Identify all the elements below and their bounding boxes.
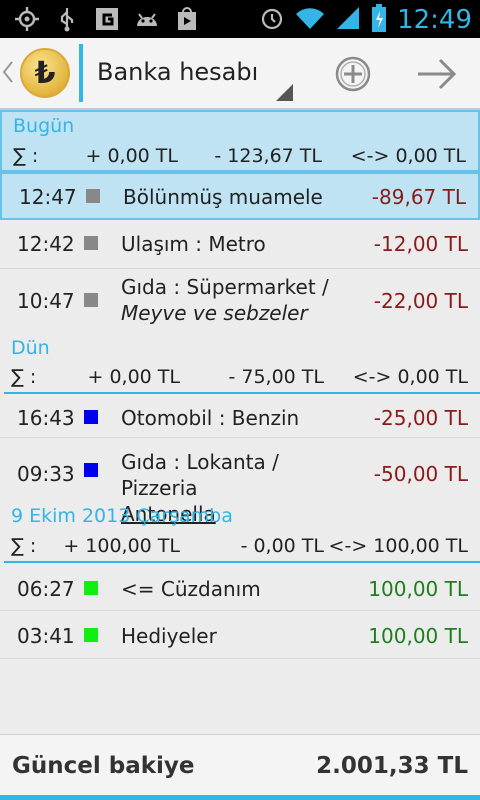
transaction-amount: -25,00 TL [373,406,468,430]
transaction-name: Ulaşım : Metro [121,232,266,256]
currency-logo-icon[interactable]: ₺ [20,48,70,98]
account-spinner[interactable]: Banka hesabı [97,58,258,86]
transaction-time: 16:43 [17,406,75,430]
transaction-amount: 100,00 TL [368,577,468,601]
back-chevron-icon[interactable] [2,60,14,90]
clock: 12:49 [397,5,472,35]
transaction-time: 10:47 [17,289,75,313]
category-color-swatch [84,463,98,477]
current-balance-label: Güncel bakiye [12,753,195,779]
transaction-amount: 100,00 TL [368,624,468,648]
accent-divider [79,44,83,102]
transaction-amount: -50,00 TL [373,462,468,486]
group-balance: <-> 100,00 TL [328,535,468,557]
transaction-name: Otomobil : Benzin [121,406,300,430]
group-expense: - 0,00 TL [240,535,324,557]
group-header-date[interactable]: 9 Ekim 2013 Çarşamba ∑ : + 100,00 TL - 0… [0,502,480,563]
transaction-amount: -22,00 TL [373,289,468,313]
next-arrow-button[interactable] [414,56,460,92]
group-title: 9 Ekim 2013 Çarşamba [11,505,233,527]
transaction-row[interactable]: 16:43 Otomobil : Benzin -25,00 TL [0,394,480,438]
transaction-row[interactable]: 10:47 Gıda : Süpermarket / Meyve ve sebz… [0,269,480,332]
status-bar: 12:49 [0,0,480,38]
category-color-swatch [84,410,98,424]
footer-accent-line [0,795,480,800]
transaction-name: Gıda : Süpermarket / Meyve ve sebzeler [121,274,361,326]
usb-icon [54,6,80,32]
category-color-swatch [84,581,98,595]
group-header-yesterday[interactable]: Dün ∑ : + 0,00 TL - 75,00 TL <-> 0,00 TL [0,332,480,394]
group-balance: <-> 0,00 TL [350,145,466,167]
group-sum-label: ∑ : [11,535,37,557]
category-color-swatch [84,293,98,307]
gps-icon [14,6,40,32]
group-income: + 0,00 TL [87,366,181,388]
group-title: Bugün [13,115,75,137]
transaction-category: Gıda : Lokanta / Pizzeria [121,450,279,500]
transaction-name: <= Cüzdanım [121,577,261,601]
android-icon [134,6,160,32]
arrow-right-icon [418,58,457,90]
group-sum-label: ∑ : [13,145,39,167]
transaction-time: 12:42 [17,232,75,256]
group-expense: - 75,00 TL [228,366,324,388]
current-balance-value: 2.001,33 TL [316,753,468,779]
transaction-name: Hediyeler [121,624,217,648]
group-expense: - 123,67 TL [214,145,322,167]
transaction-category: Gıda : Süpermarket / [121,275,329,299]
category-color-swatch [86,189,100,203]
transaction-row[interactable]: 06:27 <= Cüzdanım 100,00 TL [0,563,480,611]
transaction-list[interactable]: Bugün ∑ : + 0,00 TL - 123,67 TL <-> 0,00… [0,110,480,659]
alarm-icon [259,5,285,35]
add-transaction-button[interactable] [334,55,372,93]
plus-circle-icon [335,56,371,92]
transaction-row[interactable]: 12:47 Bölünmüş muamele -89,67 TL [0,172,480,220]
transaction-amount: -12,00 TL [373,232,468,256]
wifi-icon [295,5,325,35]
transaction-subcategory: Meyve ve sebzeler [121,301,308,325]
transaction-time: 09:33 [17,462,75,486]
category-color-swatch [84,628,98,642]
transaction-time: 12:47 [19,185,77,209]
transaction-time: 03:41 [17,624,75,648]
group-income: + 100,00 TL [63,535,180,557]
spinner-arrow-icon[interactable] [276,84,293,101]
group-title: Dün [11,337,50,359]
balance-footer: Güncel bakiye 2.001,33 TL [0,734,480,800]
transaction-row[interactable]: 12:42 Ulaşım : Metro -12,00 TL [0,220,480,269]
group-sum-label: ∑ : [11,366,37,388]
action-bar: ₺ Banka hesabı [0,38,480,110]
group-header-today[interactable]: Bugün ∑ : + 0,00 TL - 123,67 TL <-> 0,00… [0,110,480,172]
transaction-row[interactable]: 03:41 Hediyeler 100,00 TL [0,611,480,659]
signal-icon [335,5,361,35]
transaction-time: 06:27 [17,577,75,601]
group-balance: <-> 0,00 TL [352,366,468,388]
play-store-icon [174,6,200,32]
transaction-row[interactable]: 09:33 Gıda : Lokanta / Pizzeria Antonell… [0,438,480,526]
category-color-swatch [84,236,98,250]
transaction-name: Bölünmüş muamele [123,185,323,209]
g-app-icon [94,6,120,32]
group-income: + 0,00 TL [85,145,179,167]
currency-symbol: ₺ [34,56,56,91]
transaction-amount: -89,67 TL [371,185,466,209]
battery-icon [371,4,387,36]
